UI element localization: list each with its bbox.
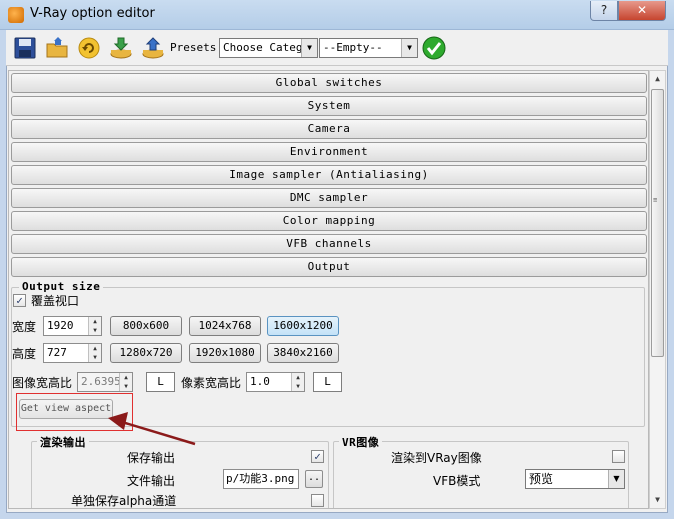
title-bar: V-Ray option editor ? ✕: [0, 0, 674, 30]
pixel-aspect-lock-button[interactable]: L: [313, 372, 342, 392]
category-select[interactable]: Choose Catego ▼: [219, 38, 318, 58]
rollout-dmc-sampler[interactable]: DMC sampler: [11, 188, 647, 208]
pixel-aspect-value: 1.0: [250, 375, 270, 388]
preset-3840x2160-button[interactable]: 3840x2160: [267, 343, 339, 363]
help-button[interactable]: ?: [590, 1, 618, 21]
annotation-arrow: [108, 412, 196, 446]
separate-alpha-checkbox[interactable]: [311, 494, 324, 507]
close-button[interactable]: ✕: [618, 1, 666, 21]
save-output-checkbox[interactable]: ✓: [311, 450, 324, 463]
height-value: 727: [47, 346, 67, 359]
file-output-label: 文件输出: [127, 474, 176, 488]
override-viewport-label: 覆盖视口: [31, 294, 80, 308]
scroll-thumb[interactable]: [651, 89, 664, 357]
vfb-mode-select[interactable]: 预览 ▼: [525, 469, 625, 489]
spinner-arrows-icon[interactable]: ▲ ▼: [291, 373, 304, 391]
scroll-up-icon[interactable]: ▲: [650, 71, 665, 86]
preset-1920x1080-button[interactable]: 1920x1080: [189, 343, 261, 363]
rollout-image-sampler[interactable]: Image sampler (Antialiasing): [11, 165, 647, 185]
width-spinner[interactable]: 1920 ▲ ▼: [43, 316, 102, 336]
pixel-aspect-spinner[interactable]: 1.0 ▲ ▼: [246, 372, 305, 392]
override-viewport-checkbox[interactable]: ✓: [13, 294, 26, 307]
spinner-arrows-icon: ▲ ▼: [119, 373, 132, 391]
render-output-title: 渲染输出: [37, 434, 89, 450]
import-button[interactable]: [108, 35, 134, 61]
scroll-down-icon[interactable]: ▼: [650, 492, 665, 507]
export-button[interactable]: [140, 35, 166, 61]
preset-1280x720-button[interactable]: 1280x720: [110, 343, 182, 363]
spinner-arrows-icon[interactable]: ▲ ▼: [88, 344, 101, 362]
apply-check-icon[interactable]: [422, 36, 446, 60]
reset-button[interactable]: [76, 35, 102, 61]
chevron-down-icon: ▼: [301, 39, 317, 57]
rollout-system[interactable]: System: [11, 96, 647, 116]
spinner-arrows-icon[interactable]: ▲ ▼: [88, 317, 101, 335]
browse-button[interactable]: ..: [305, 470, 323, 488]
category-value: Choose Catego: [223, 41, 310, 54]
scroll-grip-icon: ≡: [653, 196, 658, 204]
toolbar: Presets: Choose Catego ▼ --Empty-- ▼: [6, 30, 668, 66]
vfb-mode-value: 预览: [529, 472, 554, 486]
save-icon: [14, 37, 36, 59]
render-to-vfb-label: 渲染到VRay图像: [391, 451, 482, 465]
chevron-down-icon: ▼: [401, 39, 417, 57]
vertical-scrollbar[interactable]: ▲ ≡ ▼: [649, 70, 666, 509]
separate-alpha-label: 单独保存alpha通道: [71, 494, 177, 508]
vray-logo-icon: [8, 7, 24, 23]
height-label: 高度: [12, 347, 37, 361]
rollout-color-mapping[interactable]: Color mapping: [11, 211, 647, 231]
window-title: V-Ray option editor: [30, 6, 155, 21]
pixel-aspect-label: 像素宽高比: [181, 376, 242, 390]
preset-1600x1200-button[interactable]: 1600x1200: [267, 316, 339, 336]
file-output-path[interactable]: p/功能3.png: [223, 469, 299, 489]
export-icon: [142, 37, 164, 59]
rollout-camera[interactable]: Camera: [11, 119, 647, 139]
rollout-output[interactable]: Output: [11, 257, 647, 277]
preset-800x600-button[interactable]: 800x600: [110, 316, 182, 336]
vfb-mode-label: VFB模式: [433, 474, 481, 488]
rollout-global-switches[interactable]: Global switches: [11, 73, 647, 93]
save-button[interactable]: [12, 35, 38, 61]
image-aspect-label: 图像宽高比: [12, 376, 73, 390]
preset-value: --Empty--: [323, 41, 383, 54]
rollout-vfb-channels[interactable]: VFB channels: [11, 234, 647, 254]
render-to-vfb-checkbox[interactable]: [612, 450, 625, 463]
width-value: 1920: [47, 319, 74, 332]
presets-label: Presets:: [170, 41, 223, 54]
preset-1024x768-button[interactable]: 1024x768: [189, 316, 261, 336]
import-icon: [110, 37, 132, 59]
chevron-down-icon: ▼: [608, 470, 624, 488]
open-button[interactable]: [44, 35, 70, 61]
reset-icon: [78, 37, 100, 59]
save-output-label: 保存输出: [127, 451, 176, 465]
height-spinner[interactable]: 727 ▲ ▼: [43, 343, 102, 363]
vfb-title: VR图像: [339, 434, 383, 450]
preset-select[interactable]: --Empty-- ▼: [319, 38, 418, 58]
rollout-environment[interactable]: Environment: [11, 142, 647, 162]
open-folder-icon: [46, 37, 68, 58]
image-aspect-lock-button[interactable]: L: [146, 372, 175, 392]
width-label: 宽度: [12, 320, 37, 334]
image-aspect-spinner: 2.63953 ▲ ▼: [77, 372, 133, 392]
